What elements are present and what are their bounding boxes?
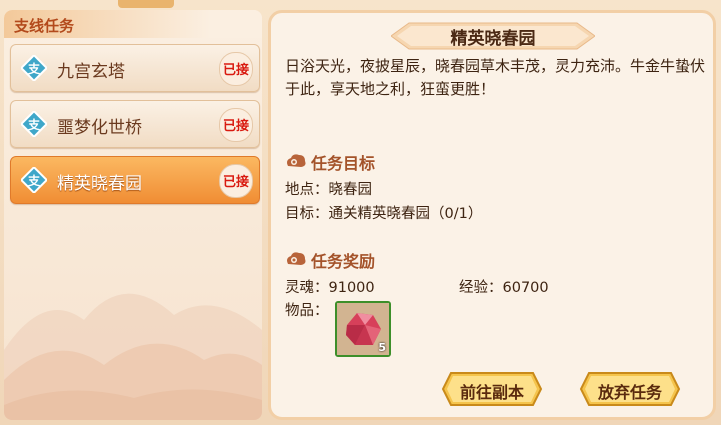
- quest-status: 已接: [222, 175, 249, 190]
- quest-status: 已接: [222, 63, 249, 78]
- go-to-dungeon-label: 前往副本: [459, 383, 524, 402]
- quest-status: 已接: [222, 119, 249, 134]
- quest-item-jiugong[interactable]: 支 九宫玄塔 已接: [10, 44, 260, 92]
- quest-item-elite-spring-garden[interactable]: 支 精英晓春园 已接: [10, 156, 260, 204]
- quest-description: 日浴天光，夜披星辰，晓春园草木丰茂，灵力充沛。牛金牛蛰伏于此，享天地之利，狂蛮更…: [285, 57, 706, 98]
- mountain-landscape-decoration: [4, 293, 262, 420]
- reward-item-slot[interactable]: 5: [335, 301, 391, 357]
- reward-exp: 经验：60700: [459, 280, 549, 296]
- reward-title: 任务奖励: [311, 252, 376, 271]
- quest-title: 精英晓春园: [450, 29, 536, 49]
- game-window: 支线任务 支 九宫玄塔 已接 支 噩梦化世桥 已接 支 精英晓春园 已接 精英晓…: [0, 0, 721, 425]
- svg-text:支: 支: [27, 117, 41, 132]
- quest-name: 精英晓春园: [57, 174, 142, 194]
- abandon-quest-button[interactable]: 放弃任务: [579, 371, 681, 407]
- quest-item-nightmare-bridge[interactable]: 支 噩梦化世桥 已接: [10, 100, 260, 148]
- quest-detail-panel: 精英晓春园 日浴天光，夜披星辰，晓春园草木丰茂，灵力充沛。牛金牛蛰伏于此，享天地…: [268, 10, 716, 420]
- quest-name: 噩梦化世桥: [57, 118, 142, 138]
- side-quest-badge-icon: 支: [21, 111, 47, 137]
- cloud-swirl-icon: [287, 154, 306, 167]
- objective-target: 目标：通关精英晓春园（0/1）: [285, 206, 483, 222]
- cloud-swirl-icon: [287, 252, 306, 265]
- quest-list-header: 支线任务: [4, 10, 262, 38]
- quest-list-panel: 支线任务 支 九宫玄塔 已接 支 噩梦化世桥 已接 支 精英晓春园 已接: [4, 10, 262, 420]
- objective-location: 地点：晓春园: [285, 182, 372, 198]
- go-to-dungeon-button[interactable]: 前往副本: [441, 371, 543, 407]
- svg-text:支: 支: [27, 61, 41, 76]
- reward-soul: 灵魂：91000: [285, 280, 375, 296]
- item-count: 5: [378, 341, 386, 354]
- quest-name: 九宫玄塔: [57, 62, 125, 82]
- side-quest-badge-icon: 支: [21, 167, 47, 193]
- reward-items-label: 物品：: [285, 303, 329, 319]
- objective-title: 任务目标: [311, 154, 376, 173]
- svg-text:支: 支: [27, 173, 41, 188]
- quest-category-title: 支线任务: [14, 17, 75, 35]
- side-quest-badge-icon: 支: [21, 55, 47, 81]
- abandon-quest-label: 放弃任务: [597, 383, 662, 402]
- top-tab-decoration: [118, 0, 174, 8]
